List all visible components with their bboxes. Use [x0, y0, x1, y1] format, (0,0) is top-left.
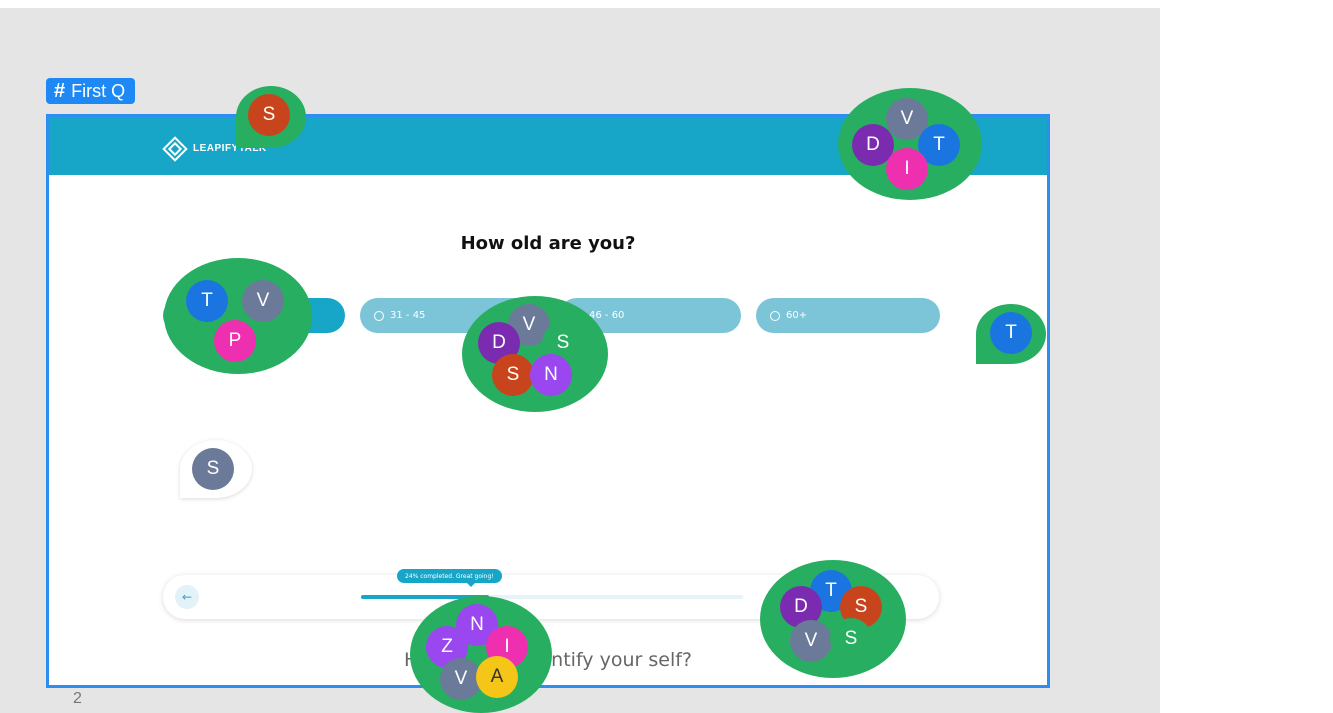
avatar: N — [530, 354, 572, 396]
avatar: A — [476, 656, 518, 698]
avatar: S — [192, 448, 234, 490]
option-60-plus[interactable]: 60+ — [756, 298, 940, 333]
option-1-label: 31 - 45 — [390, 310, 426, 321]
logo-diamond-icon — [163, 137, 185, 159]
avatar: I — [886, 148, 928, 190]
progress-track — [361, 595, 743, 599]
radio-icon — [374, 310, 384, 321]
page-number: 2 — [73, 690, 82, 707]
frame-label[interactable]: # First Q — [46, 78, 136, 104]
collaborator-pin[interactable]: S — [180, 440, 252, 498]
collaborator-cluster[interactable]: V D S S N — [462, 296, 608, 412]
question-title: How old are you? — [460, 233, 636, 254]
collaborator-cluster[interactable]: T V P — [164, 258, 312, 374]
avatar: V — [242, 280, 284, 322]
hash-icon: # — [54, 79, 66, 102]
collaborator-cluster[interactable]: V D T I — [838, 88, 982, 200]
frame-label-text: First Q — [71, 80, 126, 101]
avatar: V — [790, 620, 832, 662]
avatar: T — [186, 280, 228, 322]
arrow-left-icon: ← — [181, 590, 193, 604]
collaborator-pin[interactable]: S — [236, 86, 306, 148]
avatar: S — [830, 618, 872, 660]
avatar: T — [990, 312, 1032, 354]
avatar: S — [492, 354, 534, 396]
avatar: P — [214, 320, 256, 362]
option-3-label: 60+ — [786, 310, 808, 321]
radio-icon — [770, 310, 780, 321]
collaborator-pin[interactable]: T — [976, 304, 1046, 364]
back-button[interactable]: ← — [175, 585, 199, 609]
avatar: S — [248, 94, 290, 136]
collaborator-cluster[interactable]: T D S V S — [760, 560, 906, 678]
collaborator-cluster[interactable]: N Z I V A — [410, 596, 552, 713]
progress-tooltip: 24% completed. Great going! — [397, 569, 502, 587]
